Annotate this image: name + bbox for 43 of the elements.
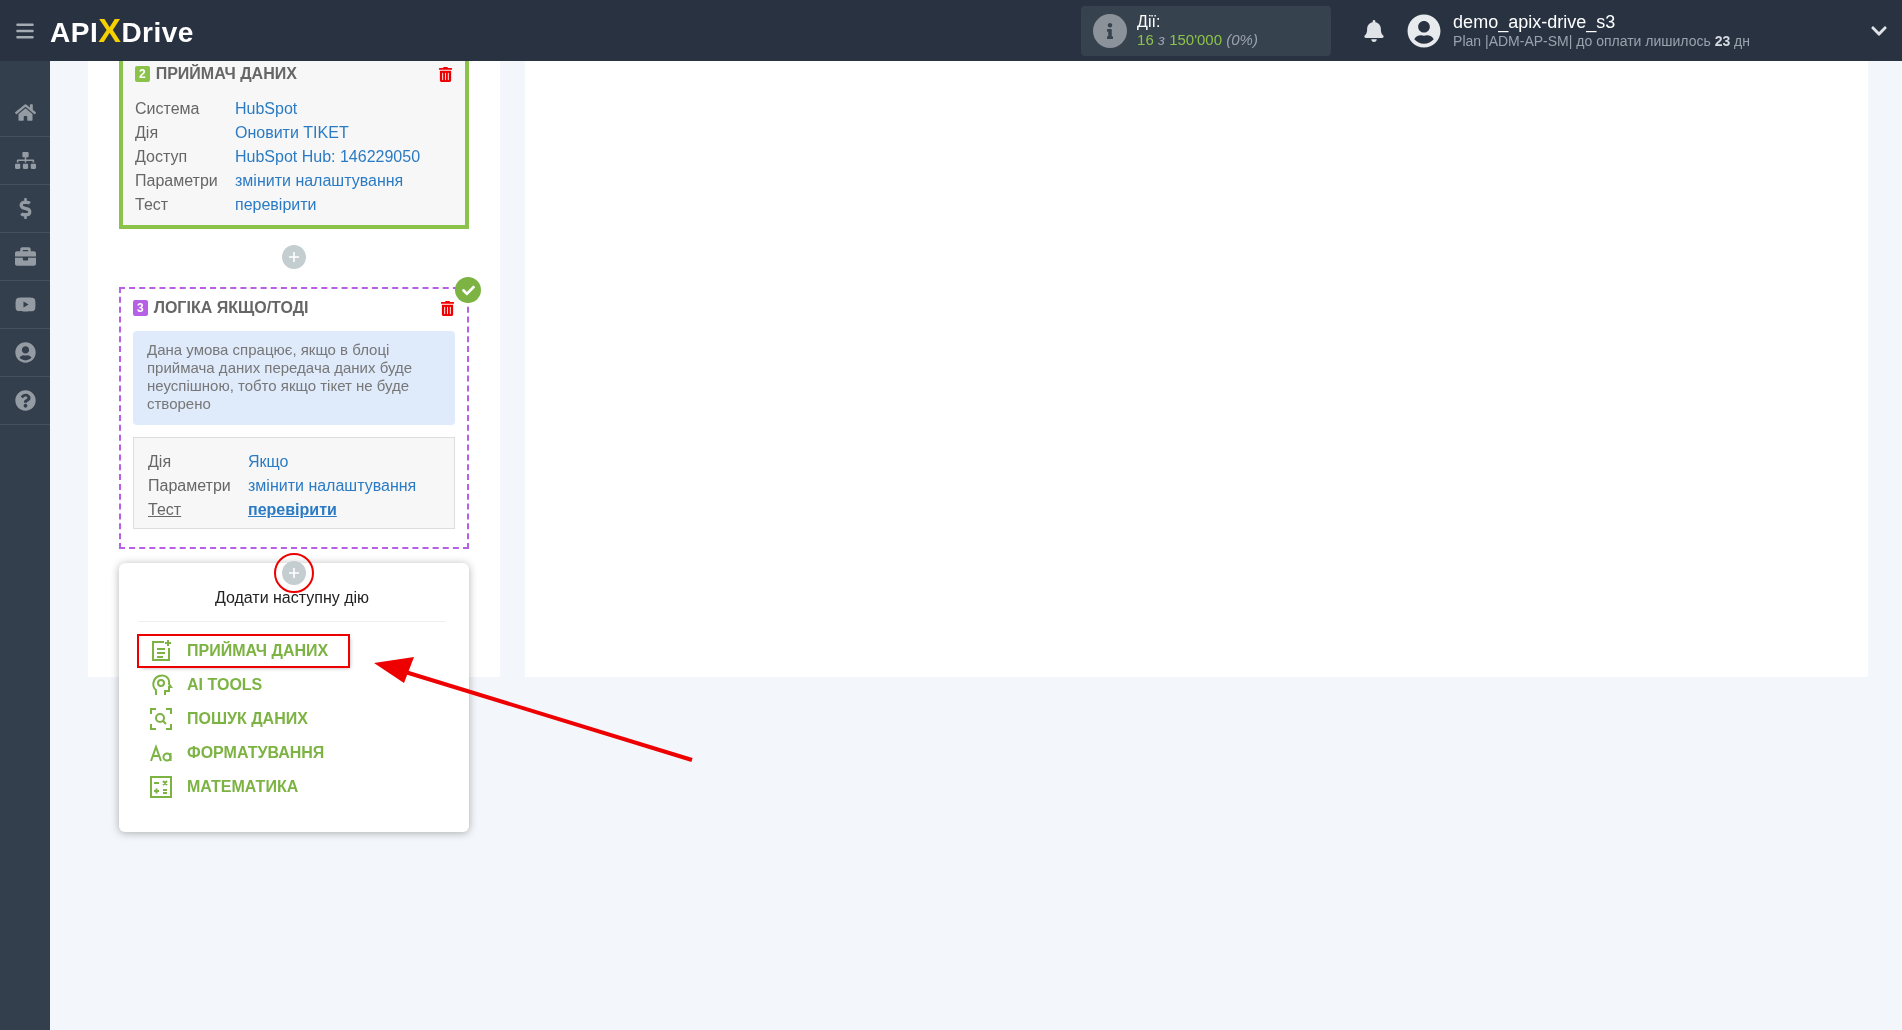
step-number: 2: [135, 66, 150, 82]
step-note: Дана умова спрацює, якщо в блоці приймача даних передача даних буде неуспішною, тобто якщо тікет не буде створено: [133, 331, 455, 425]
field-link[interactable]: змінити налаштування: [248, 474, 417, 498]
field-link[interactable]: змінити налаштування: [235, 169, 404, 193]
field-link[interactable]: перевірити: [248, 498, 337, 522]
logo[interactable]: APIXDrive: [50, 11, 194, 50]
step-title: ПРИЙМАЧ ДАНИХ: [155, 65, 298, 83]
field-label: Тест: [135, 195, 170, 215]
menu-title: Додати наступну дію: [139, 589, 445, 622]
step-title: ЛОГІКА ЯКЩО/ТОДІ: [153, 299, 310, 317]
calculator-icon: [149, 775, 173, 799]
field-link[interactable]: перевірити: [235, 193, 317, 217]
head-gear-icon: [149, 673, 173, 697]
bell-icon[interactable]: [1363, 19, 1386, 42]
field-label: Доступ: [135, 147, 189, 167]
field-label: Параметри: [148, 476, 232, 496]
field-label: Тест: [148, 500, 183, 520]
actions-label: Дії:: [1137, 13, 1162, 31]
trash-icon[interactable]: [440, 300, 455, 316]
menu-item[interactable]: МАТЕМАТИКА: [139, 772, 319, 802]
field-label: Дія: [135, 123, 160, 143]
field-label: Дія: [148, 452, 173, 472]
trash-icon[interactable]: [438, 66, 453, 82]
menu-item[interactable]: ПОШУК ДАНИХ: [139, 704, 328, 734]
field-link[interactable]: Оновити TIKET: [235, 121, 349, 145]
menu-item[interactable]: ПРИЙМАЧ ДАНИХ: [139, 636, 349, 666]
avatar-icon[interactable]: [1407, 13, 1442, 48]
field-label: Параметри: [135, 171, 219, 191]
plus-icon: [288, 567, 300, 579]
document-plus-icon: [149, 639, 173, 663]
menu-item[interactable]: ФОРМАТУВАННЯ: [139, 738, 345, 768]
scan-search-icon: [149, 707, 173, 731]
info-icon: [1093, 13, 1128, 48]
field-link[interactable]: HubSpot: [235, 97, 298, 121]
field-link[interactable]: HubSpot Hub: 146229050: [235, 145, 421, 169]
plan-info: Plan |ADM-AP-SM| до оплати лишилось 23 дн: [1453, 33, 1750, 49]
user-name[interactable]: demo_apix-drive_s3: [1453, 12, 1750, 33]
actions-value: 16 з 150'000 (0%): [1137, 31, 1258, 48]
field-link[interactable]: Якщо: [248, 450, 289, 474]
step-number: 3: [133, 300, 148, 316]
field-label: Система: [135, 99, 201, 119]
menu-item[interactable]: AI TOOLS: [139, 670, 283, 700]
plus-icon: [288, 251, 300, 263]
